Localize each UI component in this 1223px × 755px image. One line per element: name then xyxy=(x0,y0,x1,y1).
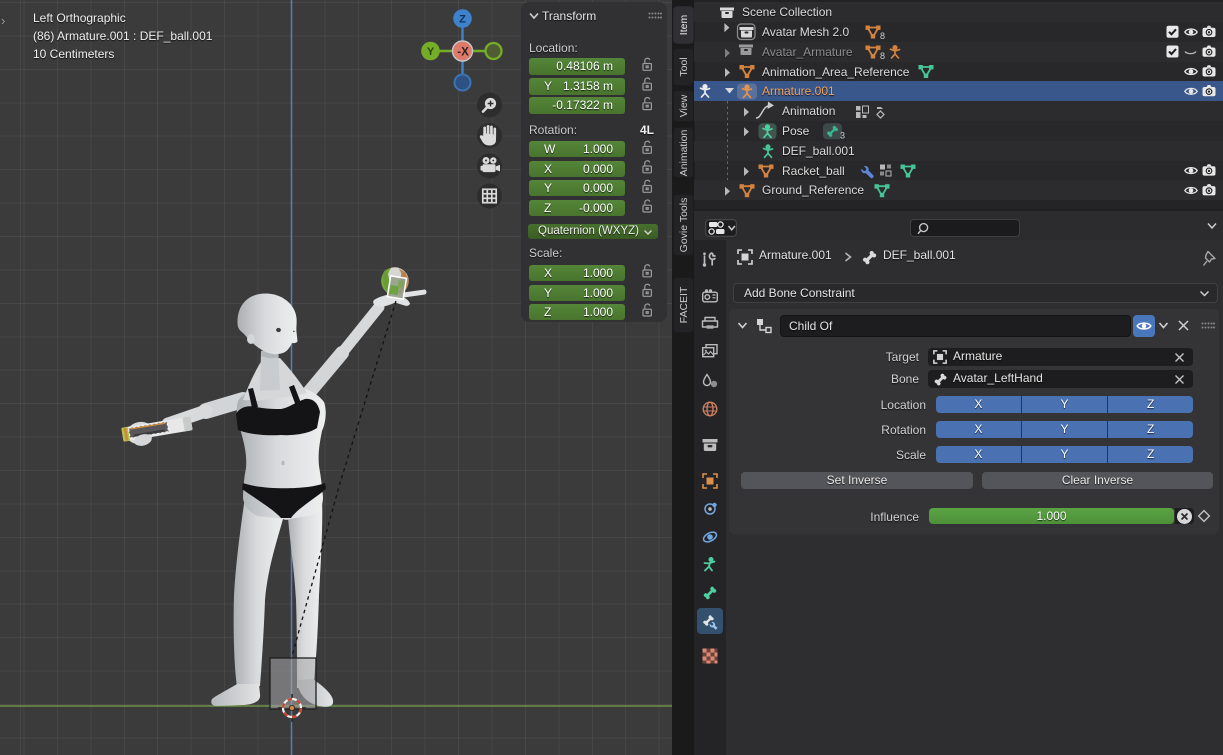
svg-text:3: 3 xyxy=(840,131,845,141)
svg-text:-X: -X xyxy=(457,47,469,59)
svg-text:Y: Y xyxy=(427,46,435,58)
svg-text:Z: Z xyxy=(459,14,466,26)
